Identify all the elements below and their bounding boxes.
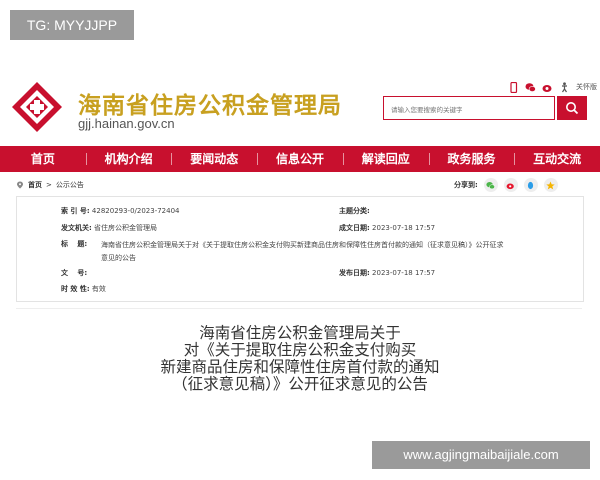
main-nav: 首页 机构介绍 要闻动态 信息公开 解读回应 政务服务 互动交流 — [0, 146, 600, 172]
search-input[interactable] — [384, 100, 551, 120]
issuer-value: 省住房公积金管理局 — [94, 224, 158, 232]
search-icon — [566, 102, 579, 115]
share-qq-icon[interactable] — [523, 178, 538, 192]
validity-label: 时 效 性: — [61, 285, 90, 293]
share-wechat-icon[interactable] — [483, 178, 498, 192]
issuer-row: 发文机关: 省住房公积金管理局 — [61, 223, 157, 233]
site-logo-icon[interactable] — [10, 80, 64, 134]
nav-item-home[interactable]: 首页 — [0, 146, 86, 172]
document-title-line-2: 对《关于提取住房公积金支付购买 — [183, 341, 417, 359]
document-title-line-4: （征求意见稿）》公开征求意见的公告 — [172, 375, 428, 393]
docno-label: 文 号: — [61, 269, 88, 277]
watermark-badge: TG: MYYJJPP — [10, 10, 134, 40]
top-utility-icons: 关怀版 — [508, 80, 597, 94]
nav-item-organization[interactable]: 机构介绍 — [85, 146, 172, 172]
divider — [16, 308, 582, 309]
nav-item-news[interactable]: 要闻动态 — [171, 146, 257, 172]
document-metadata-panel: 索 引 号: 42820293-0/2023-72404 主题分类: 发文机关:… — [16, 196, 584, 302]
validity-row: 时 效 性: 有效 — [61, 284, 106, 294]
title-value: 海南省住房公积金管理局关于对《关于提取住房公积金支付购买新建商品住房和保障性住房… — [101, 239, 561, 265]
index-row: 索 引 号: 42820293-0/2023-72404 — [61, 206, 180, 216]
published-row: 发布日期: 2023-07-18 17:57 — [339, 268, 435, 278]
docno-row: 文 号: — [61, 268, 87, 278]
published-label: 发布日期: — [339, 269, 370, 277]
title-label: 标 题: — [61, 240, 88, 248]
breadcrumb-home[interactable]: 首页 — [28, 180, 42, 190]
nav-item-disclosure[interactable]: 信息公开 — [257, 146, 343, 172]
published-value: 2023-07-18 17:57 — [372, 269, 436, 277]
document-title: 海南省住房公积金管理局关于 对《关于提取住房公积金支付购买 新建商品住房和保障性… — [0, 325, 600, 393]
location-icon — [17, 181, 23, 189]
share-label: 分享到: — [454, 181, 478, 189]
accessibility-icon[interactable] — [559, 81, 570, 93]
site-title[interactable]: 海南省住房公积金管理局 — [78, 86, 342, 120]
mobile-icon[interactable] — [508, 81, 519, 93]
share-qzone-icon[interactable] — [543, 178, 558, 192]
weibo-icon[interactable] — [542, 82, 553, 93]
validity-value: 有效 — [91, 285, 106, 293]
accessibility-mode-link[interactable]: 关怀版 — [576, 82, 597, 92]
index-label: 索 引 号: — [61, 207, 90, 215]
breadcrumb-current[interactable]: 公示公告 — [56, 180, 84, 190]
search-box — [383, 96, 555, 120]
search-button[interactable] — [557, 96, 587, 120]
wechat-icon[interactable] — [525, 82, 536, 93]
nav-item-services[interactable]: 政务服务 — [428, 146, 515, 172]
site-url: gjj.hainan.gov.cn — [78, 116, 175, 131]
share-weibo-icon[interactable] — [503, 178, 518, 192]
index-value: 42820293-0/2023-72404 — [91, 207, 180, 215]
watermark-url-badge: www.agjingmaibaijiale.com — [372, 441, 590, 469]
document-title-line-3: 新建商品住房和保障性住房首付款的通知 — [160, 358, 440, 376]
created-value: 2023-07-18 17:57 — [372, 224, 436, 232]
breadcrumb-separator: > — [46, 181, 52, 189]
title-value-line-2: 意见的公告 — [101, 254, 136, 262]
title-value-line-1: 海南省住房公积金管理局关于对《关于提取住房公积金支付购买新建商品住房和保障性住房… — [101, 241, 504, 249]
share-bar: 分享到: — [454, 178, 558, 192]
breadcrumb: 首页 > 公示公告 — [16, 180, 84, 190]
nav-item-interpretation[interactable]: 解读回应 — [342, 146, 429, 172]
document-title-line-1: 海南省住房公积金管理局关于 — [199, 324, 401, 342]
created-row: 成文日期: 2023-07-18 17:57 — [339, 223, 435, 233]
nav-item-interaction[interactable]: 互动交流 — [514, 146, 600, 172]
title-row: 标 题: — [61, 239, 87, 249]
subject-label: 主题分类: — [339, 207, 370, 215]
created-label: 成文日期: — [339, 224, 370, 232]
subject-row: 主题分类: — [339, 206, 370, 216]
issuer-label: 发文机关: — [61, 224, 92, 232]
